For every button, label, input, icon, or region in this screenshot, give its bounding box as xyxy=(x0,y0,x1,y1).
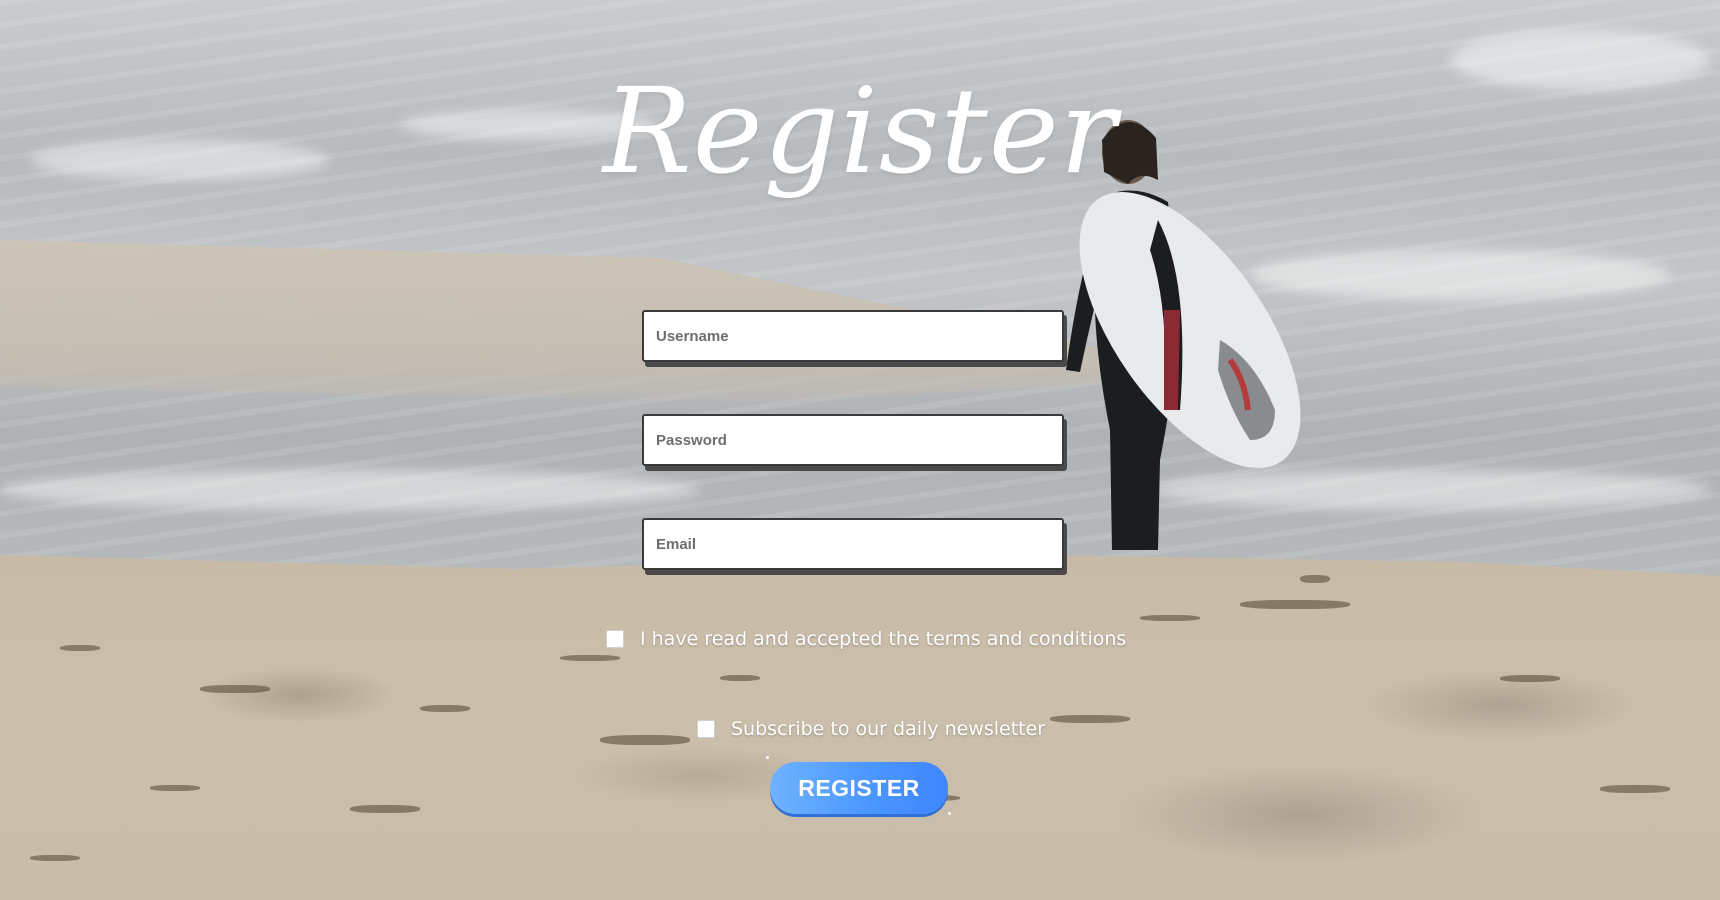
newsletter-checkbox[interactable] xyxy=(697,720,715,738)
newsletter-row: Subscribe to our daily newsletter xyxy=(697,718,1045,740)
username-field[interactable] xyxy=(642,310,1064,362)
email-field[interactable] xyxy=(642,518,1064,570)
terms-checkbox[interactable] xyxy=(606,630,624,648)
newsletter-label[interactable]: Subscribe to our daily newsletter xyxy=(731,718,1045,740)
terms-label[interactable]: I have read and accepted the terms and c… xyxy=(640,628,1126,650)
decorative-dot xyxy=(948,812,951,815)
decorative-dot xyxy=(766,756,769,759)
terms-row: I have read and accepted the terms and c… xyxy=(606,628,1126,650)
page-title: Register xyxy=(602,62,1118,200)
password-field[interactable] xyxy=(642,414,1064,466)
register-button[interactable]: REGISTER xyxy=(770,762,948,814)
